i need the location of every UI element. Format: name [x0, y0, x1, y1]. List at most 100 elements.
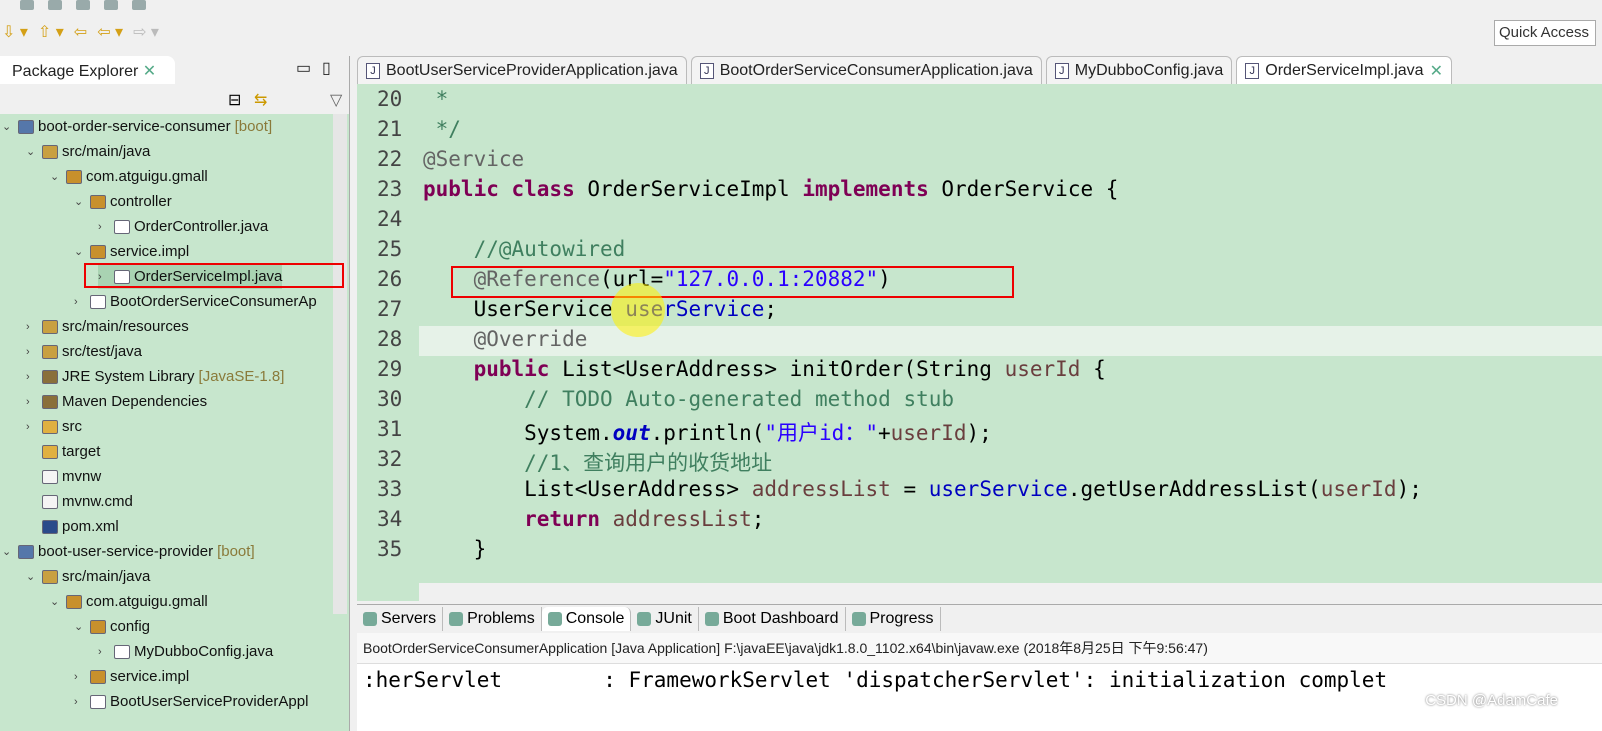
chevron-down-icon[interactable]: ⌄: [74, 240, 86, 264]
tree-item[interactable]: › src/main/resources: [26, 315, 189, 339]
console-tab[interactable]: JUnit: [631, 607, 699, 631]
tree-item[interactable]: › OrderController.java: [98, 215, 268, 239]
chevron-down-icon[interactable]: ⌄: [2, 115, 14, 139]
back-icon[interactable]: ⇦ ▾: [97, 22, 123, 42]
tree-item[interactable]: ⌄ boot-order-service-consumer [boot]: [2, 115, 272, 139]
console-tab[interactable]: Servers: [357, 607, 444, 631]
console-tab[interactable]: Console: [541, 607, 632, 631]
close-icon[interactable]: ✕: [143, 63, 156, 80]
code-line: UserService userService;: [423, 297, 777, 321]
chevron-down-icon[interactable]: ⌄: [50, 590, 62, 614]
tree-item-label: target: [62, 443, 101, 460]
search-icon[interactable]: [104, 0, 118, 10]
collapse-all-icon[interactable]: ⊟: [228, 90, 241, 110]
chevron-down-icon[interactable]: ⌄: [26, 140, 38, 164]
run-icon[interactable]: [132, 0, 146, 10]
chevron-right-icon[interactable]: ›: [26, 390, 38, 414]
code-line: return addressList;: [423, 507, 764, 531]
code-token: +: [877, 421, 891, 445]
line-number: 28: [377, 327, 403, 351]
code-token: System.: [423, 421, 613, 445]
editor-tab[interactable]: J BootOrderServiceConsumerApplication.jav…: [690, 56, 1042, 84]
tree-item[interactable]: › MyDubboConfig.java: [98, 640, 273, 664]
console-tab[interactable]: Problems: [443, 607, 542, 631]
line-number: 26: [377, 267, 403, 291]
package-explorer-tab[interactable]: Package Explorer ✕: [0, 56, 175, 84]
tree-item-label: com.atguigu.gmall: [86, 593, 208, 610]
chevron-right-icon[interactable]: ›: [98, 215, 110, 239]
code-token: .println(: [650, 421, 765, 445]
console-tab[interactable]: Progress: [846, 607, 941, 631]
editor-tab-label: OrderServiceImpl.java: [1265, 61, 1424, 79]
editor-tab[interactable]: J MyDubboConfig.java: [1045, 56, 1233, 84]
tree-item[interactable]: ⌄ service.impl: [74, 240, 189, 264]
tree-item[interactable]: ⌄ config: [74, 615, 150, 639]
save-all-icon[interactable]: [48, 0, 62, 10]
console-tab-label: JUnit: [655, 610, 692, 627]
tree-item[interactable]: target: [26, 440, 100, 464]
chevron-down-icon[interactable]: ⌄: [74, 190, 86, 214]
close-icon[interactable]: ✕: [1430, 61, 1443, 81]
problems-icon: [449, 612, 464, 626]
tree-item[interactable]: › service.impl: [74, 665, 189, 689]
tree-item[interactable]: › src: [26, 415, 82, 439]
tree-item[interactable]: mvnw.cmd: [26, 490, 133, 514]
chevron-down-icon[interactable]: ⌄: [74, 615, 86, 639]
next-annotation-icon[interactable]: ⇩ ▾: [2, 22, 28, 42]
tree-item[interactable]: ⌄ controller: [74, 190, 172, 214]
code-token: );: [1396, 477, 1422, 501]
maximize-icon[interactable]: ▯: [322, 58, 331, 78]
tree-item[interactable]: › BootUserServiceProviderAppl: [74, 690, 308, 714]
tree-item[interactable]: pom.xml: [26, 515, 119, 539]
link-editor-icon[interactable]: ⇆: [254, 90, 267, 110]
line-number: 31: [377, 417, 403, 441]
tree-item[interactable]: ⌄ src/main/java: [26, 565, 150, 589]
save-icon[interactable]: [20, 0, 34, 10]
minimize-icon[interactable]: ▭: [296, 58, 311, 78]
prev-annotation-icon[interactable]: ⇧ ▾: [38, 22, 64, 42]
code-token: TODO: [562, 387, 613, 411]
editor-tab[interactable]: J OrderServiceImpl.java ✕: [1236, 56, 1452, 84]
line-number: 22: [377, 147, 403, 171]
chevron-down-icon[interactable]: ⌄: [2, 540, 14, 564]
maven-file-icon: [42, 520, 58, 534]
chevron-right-icon[interactable]: ›: [74, 690, 86, 714]
chevron-down-icon[interactable]: ⌄: [50, 165, 62, 189]
tree-item[interactable]: mvnw: [26, 465, 101, 489]
last-edit-icon[interactable]: ⇦: [74, 22, 87, 42]
tree-item-label: src/test/java: [62, 343, 143, 360]
console-tab[interactable]: Boot Dashboard: [699, 607, 846, 631]
chevron-down-icon[interactable]: ⌄: [26, 565, 38, 589]
chevron-right-icon[interactable]: ›: [26, 415, 38, 439]
forward-icon[interactable]: ⇨ ▾: [133, 22, 159, 42]
code-token: }: [423, 537, 487, 561]
chevron-right-icon[interactable]: ›: [74, 665, 86, 689]
tree-item[interactable]: ⌄ boot-user-service-provider [boot]: [2, 540, 255, 564]
tree-item-label: config: [110, 618, 151, 635]
editor-tab[interactable]: J BootUserServiceProviderApplication.java: [357, 56, 687, 84]
console-output[interactable]: :herServlet : FrameworkServlet 'dispatch…: [357, 664, 1602, 696]
chevron-right-icon[interactable]: ›: [26, 365, 38, 389]
tree-item[interactable]: › src/test/java: [26, 340, 142, 364]
view-menu-icon[interactable]: ▽: [330, 90, 342, 110]
tree-item[interactable]: › JRE System Library [JavaSE-1.8]: [26, 365, 284, 389]
maven-project-icon: [18, 545, 34, 559]
chevron-right-icon[interactable]: ›: [74, 290, 86, 314]
tree-item[interactable]: ⌄ com.atguigu.gmall: [50, 590, 208, 614]
debug-icon[interactable]: [76, 0, 90, 10]
vertical-scrollbar[interactable]: [333, 114, 347, 614]
tree-item[interactable]: › BootOrderServiceConsumerAp: [74, 290, 317, 314]
mouse-cursor-highlight: [611, 283, 665, 337]
tree-item[interactable]: ⌄ src/main/java: [26, 140, 150, 164]
code-token: List<UserAddress>: [423, 477, 752, 501]
chevron-right-icon[interactable]: ›: [26, 315, 38, 339]
chevron-right-icon[interactable]: ›: [26, 340, 38, 364]
tree-item[interactable]: ⌄ com.atguigu.gmall: [50, 165, 208, 189]
horizontal-scrollbar[interactable]: [419, 583, 1602, 601]
chevron-right-icon[interactable]: ›: [98, 640, 110, 664]
console-description: BootOrderServiceConsumerApplication [Jav…: [357, 633, 1602, 664]
servers-icon: [363, 612, 377, 626]
junit-icon: [637, 612, 652, 626]
tree-item[interactable]: › Maven Dependencies: [26, 390, 207, 414]
quick-access-input[interactable]: Quick Access: [1494, 20, 1596, 46]
